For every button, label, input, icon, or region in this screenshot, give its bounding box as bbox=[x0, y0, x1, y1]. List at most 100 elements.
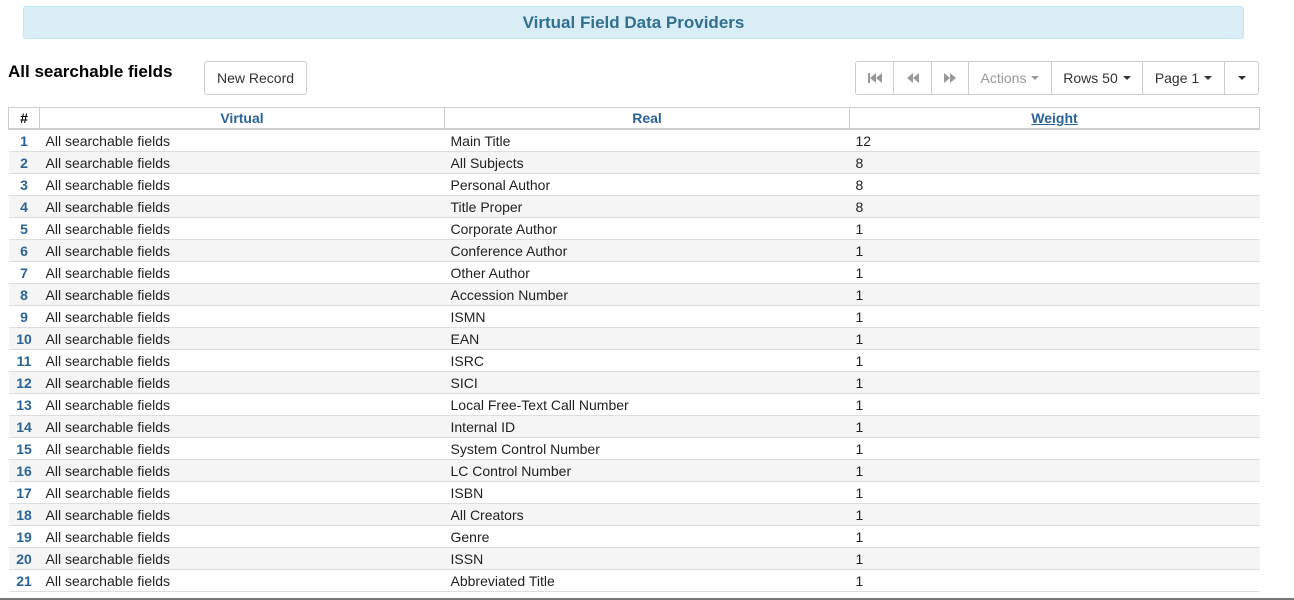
cell-weight: 1 bbox=[849, 349, 1260, 372]
first-page-icon bbox=[867, 73, 882, 83]
cell-weight: 1 bbox=[849, 525, 1260, 548]
table-body: 1 All searchable fields Main Title 12 2 All s… bbox=[8, 129, 1260, 592]
cell-virtual: All searchable fields bbox=[39, 525, 445, 548]
row-number[interactable]: 10 bbox=[8, 327, 40, 350]
cell-real: Conference Author bbox=[444, 239, 850, 262]
new-record-button[interactable]: New Record bbox=[204, 61, 307, 95]
row-number[interactable]: 3 bbox=[8, 173, 40, 196]
cell-virtual: All searchable fields bbox=[39, 371, 445, 394]
row-number[interactable]: 16 bbox=[8, 459, 40, 482]
table-row[interactable]: 15 All searchable fields System Control Nu… bbox=[8, 437, 1260, 460]
column-header-weight[interactable]: Weight bbox=[849, 107, 1260, 130]
rows-dropdown[interactable]: Rows 50 bbox=[1052, 62, 1143, 94]
table-row[interactable]: 20 All searchable fields ISSN 1 bbox=[8, 547, 1260, 570]
column-header-real[interactable]: Real bbox=[444, 107, 850, 130]
page-label: Page 1 bbox=[1154, 70, 1200, 86]
more-dropdown[interactable] bbox=[1225, 62, 1258, 94]
table-row[interactable]: 19 All searchable fields Genre 1 bbox=[8, 525, 1260, 548]
cell-real: Personal Author bbox=[444, 173, 850, 196]
cell-weight: 1 bbox=[849, 327, 1260, 350]
previous-page-button[interactable] bbox=[894, 62, 932, 94]
table-row[interactable]: 14 All searchable fields Internal ID 1 bbox=[8, 415, 1260, 438]
cell-virtual: All searchable fields bbox=[39, 217, 445, 240]
cell-real: ISSN bbox=[444, 547, 850, 570]
cell-weight: 12 bbox=[849, 129, 1260, 152]
row-number[interactable]: 14 bbox=[8, 415, 40, 438]
table-row[interactable]: 1 All searchable fields Main Title 12 bbox=[8, 129, 1260, 152]
table-row[interactable]: 2 All searchable fields All Subjects 8 bbox=[8, 151, 1260, 174]
row-number[interactable]: 8 bbox=[8, 283, 40, 306]
caret-down-icon bbox=[1122, 76, 1131, 80]
row-number[interactable]: 1 bbox=[8, 129, 40, 152]
cell-virtual: All searchable fields bbox=[39, 437, 445, 460]
table-row[interactable]: 13 All searchable fields Local Free-Text C… bbox=[8, 393, 1260, 416]
page-dropdown[interactable]: Page 1 bbox=[1143, 62, 1225, 94]
row-number[interactable]: 5 bbox=[8, 217, 40, 240]
cell-real: Local Free-Text Call Number bbox=[444, 393, 850, 416]
table-row[interactable]: 3 All searchable fields Personal Author 8 bbox=[8, 173, 1260, 196]
cell-real: EAN bbox=[444, 327, 850, 350]
row-number[interactable]: 19 bbox=[8, 525, 40, 548]
first-page-button[interactable] bbox=[856, 62, 894, 94]
cell-weight: 1 bbox=[849, 503, 1260, 526]
cell-virtual: All searchable fields bbox=[39, 459, 445, 482]
cell-virtual: All searchable fields bbox=[39, 305, 445, 328]
row-number[interactable]: 21 bbox=[8, 569, 40, 592]
cell-real: All Creators bbox=[444, 503, 850, 526]
row-number[interactable]: 11 bbox=[8, 349, 40, 372]
column-header-num: # bbox=[8, 107, 40, 130]
row-number[interactable]: 18 bbox=[8, 503, 40, 526]
cell-real: SICI bbox=[444, 371, 850, 394]
column-header-virtual[interactable]: Virtual bbox=[39, 107, 445, 130]
row-number[interactable]: 12 bbox=[8, 371, 40, 394]
table-row[interactable]: 8 All searchable fields Accession Number 1 bbox=[8, 283, 1260, 306]
table-row[interactable]: 7 All searchable fields Other Author 1 bbox=[8, 261, 1260, 284]
cell-real: Accession Number bbox=[444, 283, 850, 306]
row-number[interactable]: 2 bbox=[8, 151, 40, 174]
next-page-icon bbox=[944, 73, 956, 83]
row-number[interactable]: 20 bbox=[8, 547, 40, 570]
pager-toolbar: Actions Rows 50 Page 1 bbox=[855, 61, 1259, 95]
row-number[interactable]: 9 bbox=[8, 305, 40, 328]
cell-virtual: All searchable fields bbox=[39, 349, 445, 372]
cell-weight: 8 bbox=[849, 173, 1260, 196]
next-page-button[interactable] bbox=[932, 62, 969, 94]
cell-real: Corporate Author bbox=[444, 217, 850, 240]
rows-label: Rows 50 bbox=[1063, 70, 1118, 86]
row-number[interactable]: 13 bbox=[8, 393, 40, 416]
table-row[interactable]: 4 All searchable fields Title Proper 8 bbox=[8, 195, 1260, 218]
cell-weight: 1 bbox=[849, 261, 1260, 284]
cell-virtual: All searchable fields bbox=[39, 415, 445, 438]
page-title-banner: Virtual Field Data Providers bbox=[23, 6, 1244, 39]
page-subtitle: All searchable fields bbox=[8, 62, 173, 81]
cell-weight: 1 bbox=[849, 481, 1260, 504]
cell-weight: 1 bbox=[849, 437, 1260, 460]
caret-down-icon bbox=[1204, 76, 1213, 80]
table-row[interactable]: 16 All searchable fields LC Control Number… bbox=[8, 459, 1260, 482]
page-title: Virtual Field Data Providers bbox=[522, 12, 745, 32]
row-number[interactable]: 17 bbox=[8, 481, 40, 504]
table-row[interactable]: 10 All searchable fields EAN 1 bbox=[8, 327, 1260, 350]
cell-virtual: All searchable fields bbox=[39, 569, 445, 592]
cell-virtual: All searchable fields bbox=[39, 129, 445, 152]
table-row[interactable]: 18 All searchable fields All Creators 1 bbox=[8, 503, 1260, 526]
actions-dropdown[interactable]: Actions bbox=[969, 62, 1052, 94]
table-row[interactable]: 5 All searchable fields Corporate Author 1 bbox=[8, 217, 1260, 240]
table-row[interactable]: 12 All searchable fields SICI 1 bbox=[8, 371, 1260, 394]
row-number[interactable]: 4 bbox=[8, 195, 40, 218]
table-row[interactable]: 17 All searchable fields ISBN 1 bbox=[8, 481, 1260, 504]
cell-real: Title Proper bbox=[444, 195, 850, 218]
table-row[interactable]: 6 All searchable fields Conference Author 1 bbox=[8, 239, 1260, 262]
caret-down-icon bbox=[1031, 76, 1040, 80]
row-number[interactable]: 15 bbox=[8, 437, 40, 460]
table-row[interactable]: 9 All searchable fields ISMN 1 bbox=[8, 305, 1260, 328]
cell-real: ISMN bbox=[444, 305, 850, 328]
row-number[interactable]: 6 bbox=[8, 239, 40, 262]
cell-virtual: All searchable fields bbox=[39, 261, 445, 284]
cell-virtual: All searchable fields bbox=[39, 283, 445, 306]
cell-weight: 1 bbox=[849, 239, 1260, 262]
table-row[interactable]: 21 All searchable fields Abbreviated Title… bbox=[8, 569, 1260, 592]
table-row[interactable]: 11 All searchable fields ISRC 1 bbox=[8, 349, 1260, 372]
row-number[interactable]: 7 bbox=[8, 261, 40, 284]
cell-weight: 1 bbox=[849, 393, 1260, 416]
